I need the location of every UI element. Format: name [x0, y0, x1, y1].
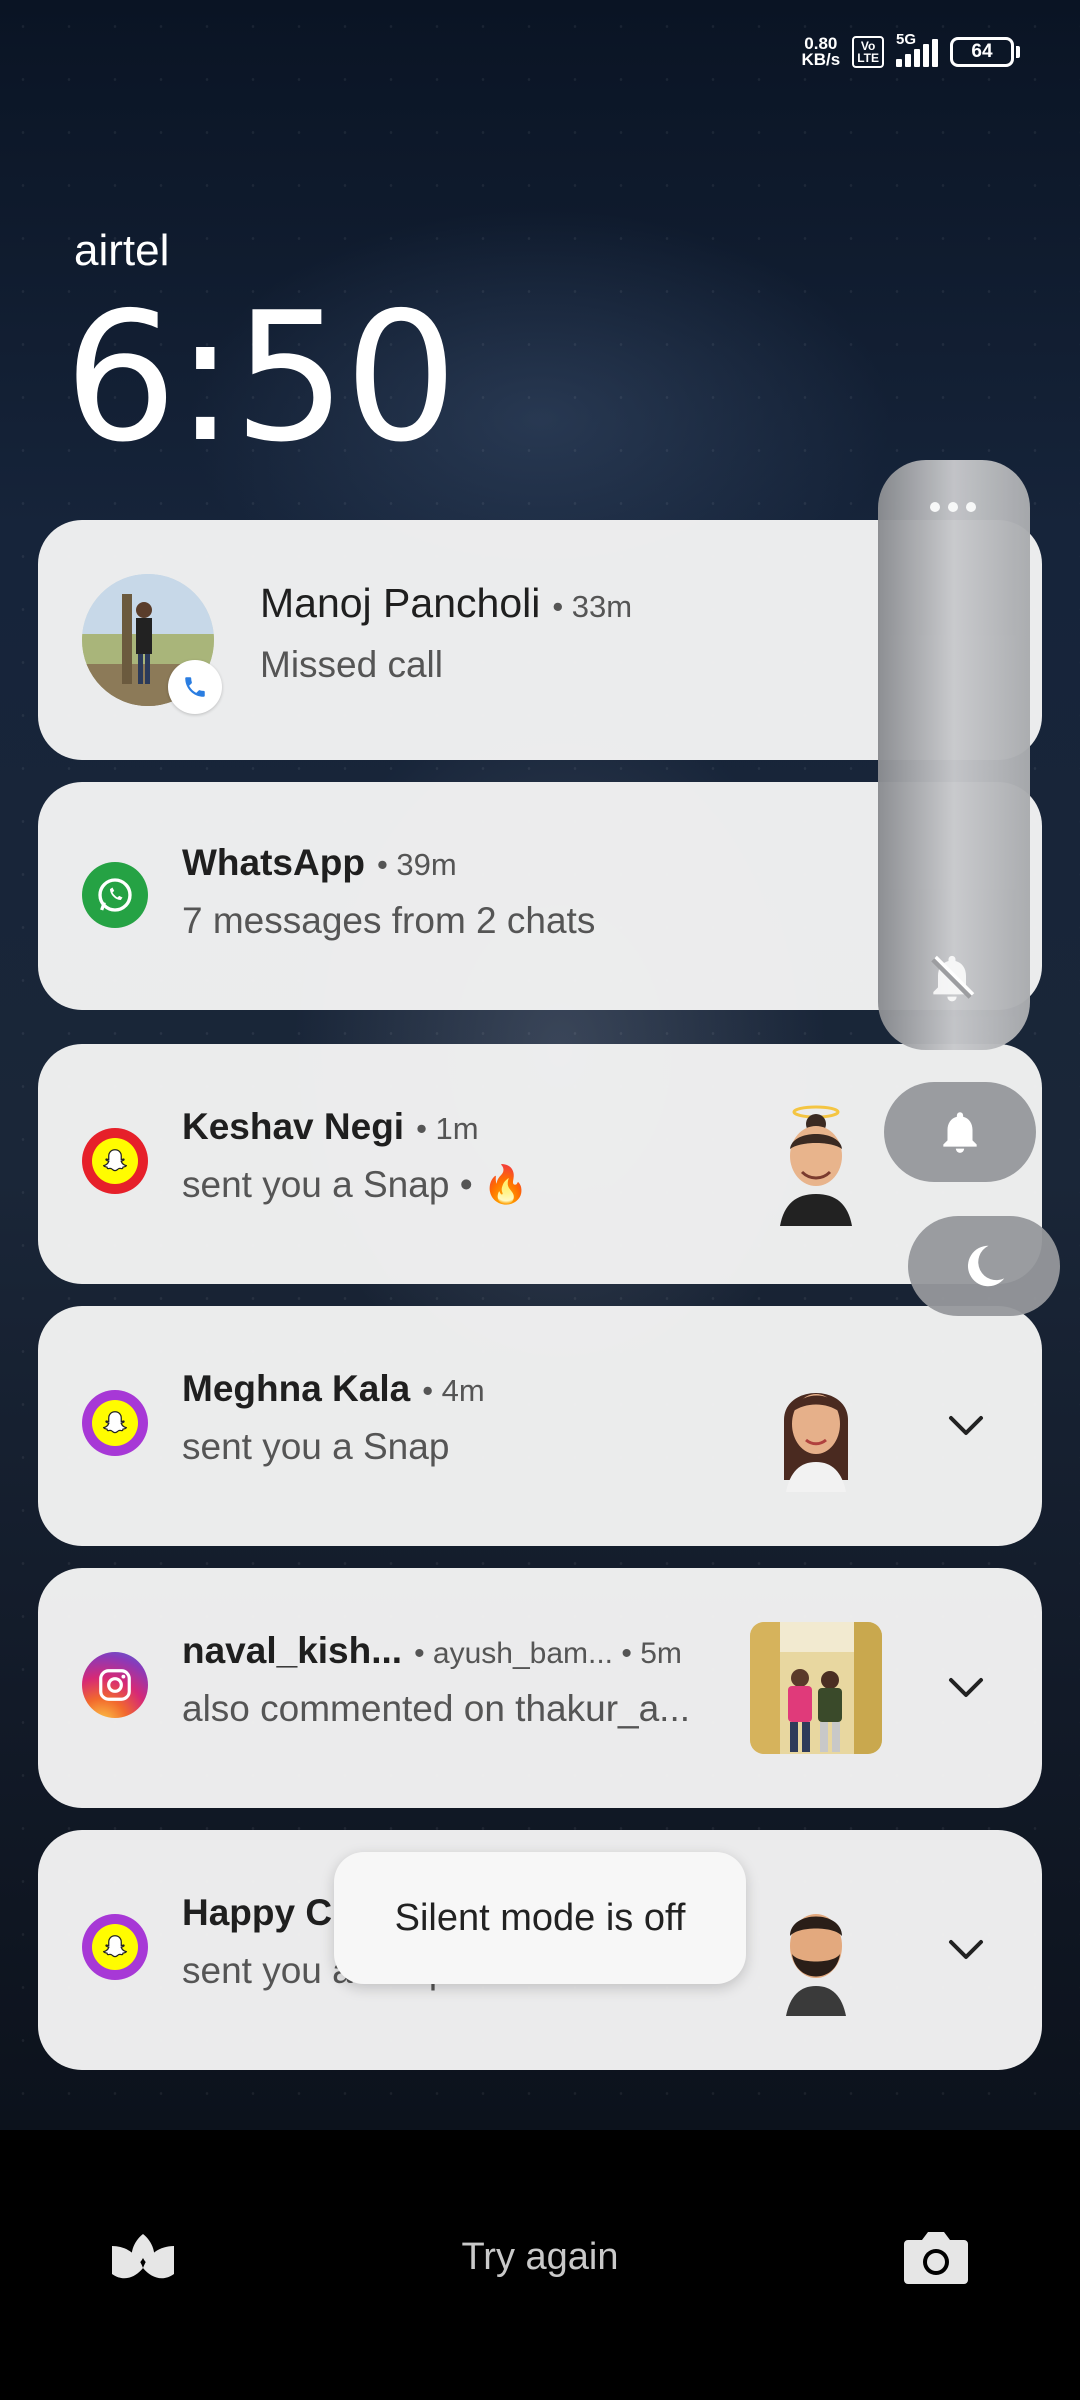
- volte-icon: Vo LTE: [852, 36, 884, 68]
- signal-icon: 5G: [896, 31, 938, 67]
- lockscreen-clock: 6:50: [64, 274, 458, 481]
- network-speed: 0.80 KB/s: [801, 35, 841, 69]
- network-type: 5G: [896, 31, 917, 48]
- silent-mode-toast: Silent mode is off: [334, 1852, 746, 1984]
- instagram-icon: [82, 1652, 148, 1718]
- bitmoji-avatar: [750, 1884, 882, 2016]
- bell-muted-icon[interactable]: [924, 950, 980, 1011]
- notification-snap-meghna[interactable]: Meghna Kala • 4m sent you a Snap: [38, 1306, 1042, 1546]
- network-speed-unit: KB/s: [801, 50, 841, 69]
- snapchat-icon: [82, 1128, 148, 1194]
- volume-slider-panel[interactable]: [878, 460, 1030, 1050]
- volte-bottom: LTE: [857, 51, 879, 65]
- moon-icon: [967, 1245, 1005, 1287]
- snapchat-icon: [82, 1914, 148, 1980]
- notification-title: Manoj Pancholi: [260, 580, 541, 626]
- bell-icon: [943, 1112, 977, 1153]
- status-bar: 0.80 KB/s Vo LTE 5G 64: [801, 30, 1020, 74]
- snapchat-icon: [82, 1390, 148, 1456]
- notification-time: • 1m: [416, 1111, 479, 1146]
- notification-time: • 33m: [552, 589, 633, 624]
- notification-title: Keshav Negi: [182, 1106, 405, 1147]
- notification-title: Happy Cl: [182, 1892, 343, 1933]
- notification-instagram[interactable]: naval_kish... • ayush_bam... • 5m also c…: [38, 1568, 1042, 1808]
- battery-icon: 64: [950, 37, 1020, 67]
- ring-mode-button[interactable]: [884, 1082, 1036, 1182]
- notification-message: 7 messages from 2 chats: [182, 900, 596, 941]
- notification-message: sent you a Snap: [182, 1426, 450, 1467]
- notification-time: • 4m: [422, 1373, 485, 1408]
- camera-icon: [904, 2232, 968, 2284]
- battery-level: 64: [971, 41, 993, 62]
- notification-message: Missed call: [260, 644, 443, 685]
- camera-shortcut[interactable]: [900, 2226, 972, 2293]
- notification-snap-keshav[interactable]: Keshav Negi • 1m sent you a Snap • 🔥: [38, 1044, 1042, 1284]
- notification-title: naval_kish...: [182, 1630, 403, 1671]
- expand-chevron-icon[interactable]: [946, 1406, 986, 1446]
- more-options-icon[interactable]: [930, 502, 976, 512]
- expand-chevron-icon[interactable]: [946, 1668, 986, 1708]
- whatsapp-icon: [82, 862, 148, 928]
- phone-icon: [168, 660, 222, 714]
- notification-title: WhatsApp: [182, 842, 365, 883]
- do-not-disturb-button[interactable]: [908, 1216, 1060, 1316]
- notification-message: also commented on thakur_a...: [182, 1688, 691, 1729]
- notification-time: • 39m: [376, 847, 457, 882]
- bitmoji-avatar: [750, 1360, 882, 1492]
- notification-message: sent you a Snap • 🔥: [182, 1164, 530, 1205]
- bitmoji-avatar: [750, 1094, 882, 1226]
- expand-chevron-icon[interactable]: [946, 1930, 986, 1970]
- carrier-name: airtel: [74, 226, 170, 275]
- notification-title: Meghna Kala: [182, 1368, 411, 1409]
- post-thumbnail: [750, 1622, 882, 1754]
- notification-time: • ayush_bam... • 5m: [414, 1637, 682, 1670]
